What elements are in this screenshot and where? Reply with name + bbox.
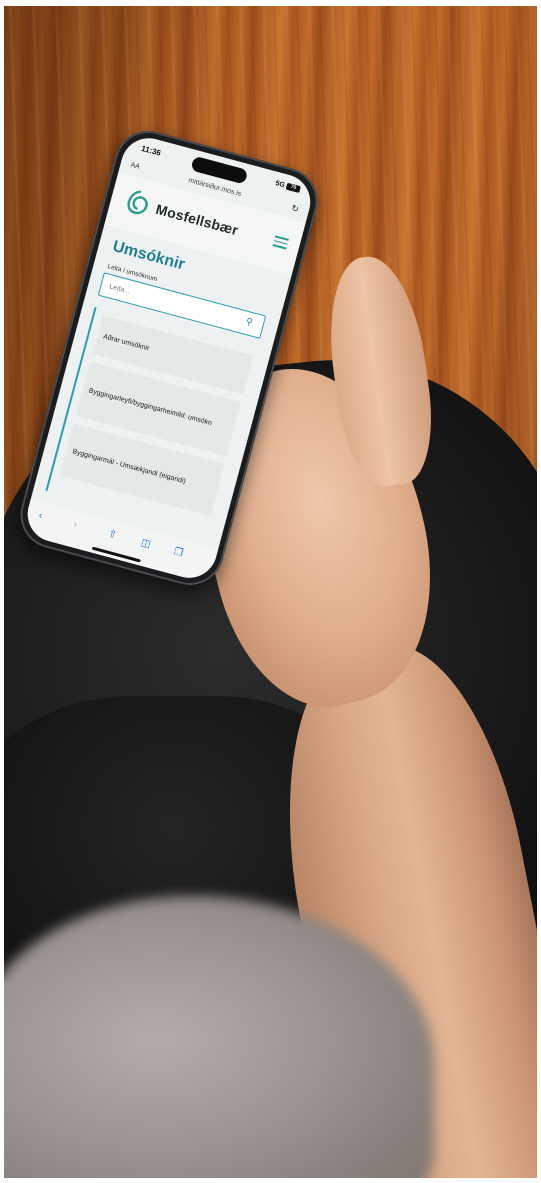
signal-text: 5G (274, 180, 286, 190)
mosfellsbaer-logo-icon[interactable] (120, 185, 154, 219)
menu-icon[interactable] (272, 235, 289, 250)
list-item-label: Byggingarmál - Umsækjandi (eigandi) (71, 447, 187, 485)
list-item-label: Byggingarleyfi/byggingarheimild: umsókn (87, 386, 213, 427)
status-signal: 5G 70 (275, 180, 301, 194)
menu-line (272, 244, 287, 250)
list-item-label: Aðrar umsóknir (102, 332, 151, 352)
application-list: Aðrar umsóknir Byggingarleyfi/byggingarh… (45, 307, 261, 536)
battery-icon: 70 (285, 182, 301, 194)
text-size-button[interactable]: AA (130, 162, 141, 171)
photo: 11:36 5G 70 AA mittársiður.mos.is ↻ Mosf… (4, 6, 537, 1178)
brand-name: Mosfellsbær (154, 200, 241, 239)
tabs-icon[interactable]: ❐ (173, 546, 185, 559)
status-time: 11:36 (140, 143, 162, 158)
share-icon[interactable]: ⇧ (107, 529, 118, 542)
reload-icon[interactable]: ↻ (290, 203, 300, 216)
forward-icon[interactable]: › (72, 519, 78, 530)
bookmarks-icon[interactable]: ◫ (140, 537, 152, 550)
back-icon[interactable]: ‹ (37, 510, 43, 521)
